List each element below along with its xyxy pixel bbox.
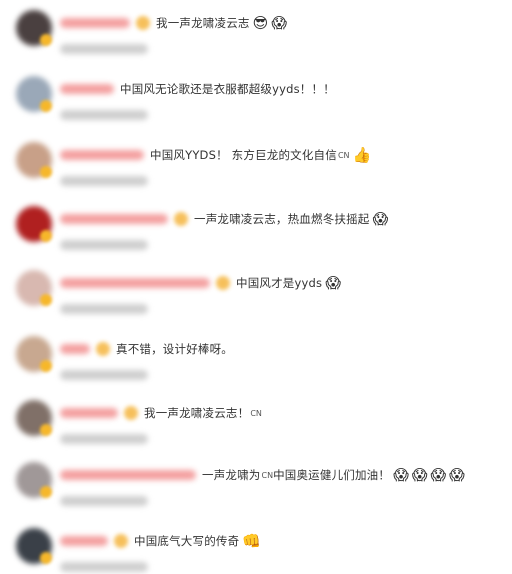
comment-text: 中国风YYDS！ 东方巨龙的文化自信 [150, 148, 337, 162]
emoji-icon: 😱 [430, 465, 446, 484]
comment-timestamp [60, 370, 148, 380]
comment-line: 一声龙啸凌云志，热血燃冬扶摇起 😱 [60, 208, 388, 230]
emoji-icon: 👊 [242, 531, 261, 550]
comment-line: 中国风无论歌还是衣服都超级yyds！！！ [60, 78, 335, 100]
comment-line: 我一声龙啸凌云志！ CN [60, 402, 262, 424]
comment-timestamp [60, 240, 148, 250]
comment-text-continued: 中国奥运健儿们加油！ [273, 468, 391, 482]
comment-timestamp [60, 562, 148, 572]
comment-text: 我一声龙啸凌云志 [156, 16, 250, 30]
comment-text: 我一声龙啸凌云志！ [144, 406, 250, 420]
comment-timestamp [60, 434, 148, 444]
username-link[interactable] [60, 470, 196, 480]
username-link[interactable] [60, 214, 168, 224]
user-level-badge-icon [96, 342, 110, 356]
comment-item: 我一声龙啸凌云志！ CN [0, 400, 512, 460]
emoji-icon: 😱 [449, 465, 465, 484]
comment-item: 中国底气大写的传奇 👊 [0, 528, 512, 574]
emoji-icon: 😱 [393, 465, 409, 484]
comment-timestamp [60, 496, 148, 506]
comment-item: 中国风无论歌还是衣服都超级yyds！！！ [0, 76, 512, 136]
user-level-badge-icon [114, 534, 128, 548]
verified-badge-icon [40, 486, 52, 498]
username-link[interactable] [60, 84, 114, 94]
verified-badge-icon [40, 360, 52, 372]
comment-list: 我一声龙啸凌云志 😎 😱 中国风无论歌还是衣服都超级yyds！！！ 中国风YYDS！ 东… [0, 0, 512, 574]
comment-text: 真不错，设计好棒呀。 [116, 342, 233, 356]
comment-line: 中国底气大写的传奇 👊 [60, 530, 261, 552]
cn-tag: CN [250, 408, 262, 418]
comment-line: 中国风才是yyds 😱 [60, 272, 341, 294]
emoji-icon: 😎 [252, 13, 269, 32]
comment-text: 一声龙啸为 [202, 468, 261, 482]
emoji-icon: 😱 [372, 209, 389, 228]
comment-timestamp [60, 110, 148, 120]
comment-item: 一声龙啸凌云志，热血燃冬扶摇起 😱 [0, 206, 512, 266]
emoji-icon: 😱 [411, 465, 428, 484]
cn-tag: CN [261, 470, 274, 480]
verified-badge-icon [40, 100, 52, 112]
comment-text: 中国风无论歌还是衣服都超级yyds！！！ [120, 82, 335, 96]
comment-item: 我一声龙啸凌云志 😎 😱 [0, 10, 512, 70]
comment-item: 一声龙啸为 CN 中国奥运健儿们加油！ 😱 😱 😱 😱 [0, 462, 512, 522]
cn-tag: CN [337, 150, 350, 160]
user-level-badge-icon [174, 212, 188, 226]
user-level-badge-icon [136, 16, 150, 30]
comment-timestamp [60, 176, 148, 186]
comment-line: 我一声龙啸凌云志 😎 😱 [60, 12, 287, 34]
verified-badge-icon [40, 166, 52, 178]
username-link[interactable] [60, 18, 130, 28]
emoji-icon: 👍 [352, 145, 372, 164]
username-link[interactable] [60, 408, 118, 418]
comment-text: 中国底气大写的传奇 [134, 534, 240, 548]
verified-badge-icon [40, 424, 52, 436]
emoji-icon: 😱 [271, 13, 287, 32]
username-link[interactable] [60, 278, 210, 288]
verified-badge-icon [40, 552, 52, 564]
user-level-badge-icon [124, 406, 138, 420]
comment-timestamp [60, 44, 148, 54]
comment-text: 中国风才是yyds [236, 276, 323, 290]
comment-item: 中国风才是yyds 😱 [0, 270, 512, 330]
comment-line: 一声龙啸为 CN 中国奥运健儿们加油！ 😱 😱 😱 😱 [60, 464, 465, 486]
comment-line: 中国风YYDS！ 东方巨龙的文化自信 CN 👍 [60, 144, 371, 166]
user-level-badge-icon [216, 276, 230, 290]
comment-line: 真不错，设计好棒呀。 [60, 338, 233, 360]
username-link[interactable] [60, 536, 108, 546]
verified-badge-icon [40, 34, 52, 46]
emoji-icon: 😱 [325, 273, 341, 292]
verified-badge-icon [40, 294, 52, 306]
username-link[interactable] [60, 344, 90, 354]
comment-timestamp [60, 304, 148, 314]
comment-text: 一声龙啸凌云志，热血燃冬扶摇起 [194, 212, 370, 226]
username-link[interactable] [60, 150, 144, 160]
verified-badge-icon [40, 230, 52, 242]
comment-item: 中国风YYDS！ 东方巨龙的文化自信 CN 👍 [0, 142, 512, 202]
comment-item: 真不错，设计好棒呀。 [0, 336, 512, 396]
